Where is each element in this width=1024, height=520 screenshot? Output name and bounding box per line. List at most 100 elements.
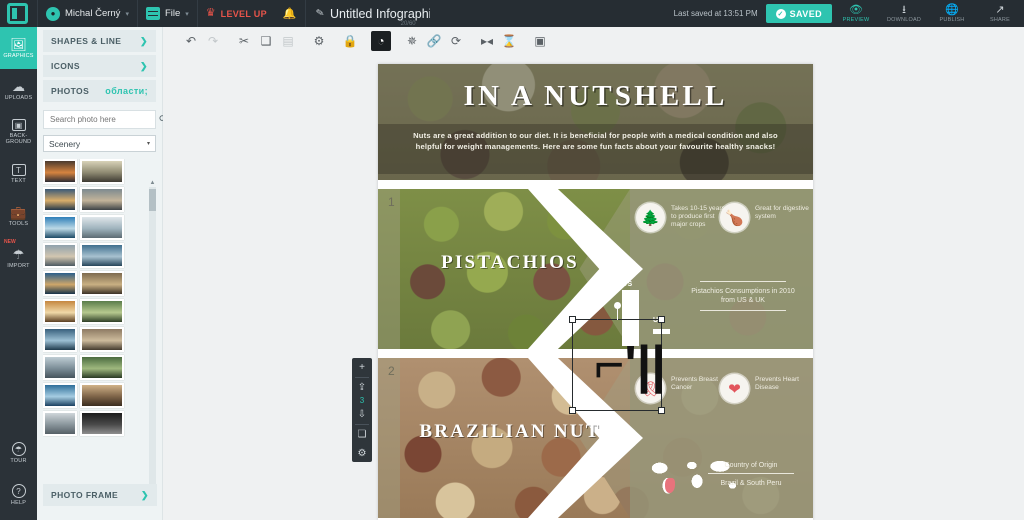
canva-logo-icon[interactable] (7, 3, 28, 24)
lock-button[interactable]: 🔒 (340, 31, 360, 51)
photo-thumbnail[interactable] (80, 159, 124, 184)
accordion-shapes-line[interactable]: SHAPES & LINE ❯ (43, 30, 156, 52)
fact-stomach[interactable]: 🍗 Great for digestive system (720, 203, 813, 232)
publish-button[interactable]: 🌐 PUBLISH (928, 0, 976, 27)
download-button[interactable]: ⭳ DOWNLOAD (880, 0, 928, 27)
photo-thumbnail[interactable] (43, 215, 77, 240)
level-up-button[interactable]: ♛ LEVEL UP (198, 0, 275, 27)
text-T-icon: T (11, 164, 26, 176)
photo-thumbnail[interactable] (43, 243, 77, 268)
photo-thumbnail[interactable] (80, 187, 124, 212)
panel-scrollbar[interactable] (149, 187, 156, 500)
resize-handle-bottom-left[interactable] (569, 407, 576, 414)
link-button[interactable]: 🔗 (424, 31, 444, 51)
rotate-button[interactable]: ⟳ (446, 31, 466, 51)
file-menu-icon (145, 7, 160, 20)
search-input[interactable] (50, 115, 160, 124)
preview-button[interactable]: 👁 PREVIEW (832, 0, 880, 27)
photo-thumbnail[interactable] (43, 299, 77, 324)
import-cloud-icon: ☂ (12, 246, 25, 262)
resize-handle-top-right[interactable] (658, 316, 665, 323)
flip-vertical-button[interactable]: ⌛ (499, 31, 519, 51)
user-avatar-icon: ● (46, 6, 60, 21)
photo-thumbnail[interactable] (43, 159, 77, 184)
section-name-1[interactable]: PISTACHIOS (400, 253, 620, 273)
fact-heart-disease[interactable]: ❤ Prevents Heart Disease (720, 374, 813, 403)
rail-item-help[interactable]: ? HELP (0, 474, 37, 516)
hero-banner[interactable]: IN A NUTSHELL Nuts are a great addition … (378, 64, 813, 180)
stat-pistachio-consumption[interactable]: Pistachios Consumptions in 2010 from US … (688, 281, 798, 312)
photo-category-select[interactable]: Scenery ▾ (43, 135, 156, 152)
move-page-down-button[interactable]: ⇩ (352, 407, 372, 422)
user-name: Michal Černý (65, 8, 121, 19)
position-button[interactable]: ▣ (530, 31, 550, 51)
accordion-photos[interactable]: PHOTOS области; (43, 80, 156, 102)
section-name-2[interactable]: BRAZILIAN NUT (400, 422, 620, 442)
photo-thumbnail[interactable] (80, 383, 124, 408)
stat-country-of-origin[interactable]: Country of Origin Brazil & South Peru (696, 456, 806, 493)
move-page-up-button[interactable]: ⇪ (352, 380, 372, 395)
rail-item-tools[interactable]: 💼 TOOLS (0, 195, 37, 237)
dragged-shape[interactable]: ⌐'|| (594, 339, 666, 391)
stat-caption: Pistachios Consumptions in 2010 from US … (691, 288, 795, 305)
redo-button[interactable]: ↷ (203, 31, 223, 51)
resize-handle-bottom-right[interactable] (658, 407, 665, 414)
scrollbar-thumb[interactable] (149, 189, 156, 211)
undo-button[interactable]: ↶ (181, 31, 201, 51)
section-gap (378, 180, 813, 189)
rotate-handle[interactable] (613, 302, 621, 309)
photo-thumbnail[interactable] (43, 355, 77, 380)
cloud-upload-icon: ☁ (12, 78, 25, 94)
question-icon: ? (11, 484, 26, 498)
photo-thumbnail[interactable] (43, 383, 77, 408)
photo-thumbnail[interactable] (43, 327, 77, 352)
share-button[interactable]: ↗ SHARE (976, 0, 1024, 27)
cut-button[interactable]: ✂ (234, 31, 254, 51)
photo-thumbnail[interactable] (43, 187, 77, 212)
photo-search-box[interactable]: ⚲ (43, 110, 170, 129)
rail-item-import[interactable]: NEW ☂ IMPORT (0, 237, 37, 279)
accordion-label-shapes: SHAPES & LINE (51, 36, 122, 46)
canvas-area[interactable]: + ⇪ 3 ⇩ ❏ ✕ ⚙ IN A NUTSHELL Nuts are a g… (163, 55, 1024, 520)
fact-tree[interactable]: 🌲 Takes 10-15 years to produce first maj… (636, 203, 731, 232)
rail-item-text[interactable]: T TEXT (0, 153, 37, 195)
origin-caption: Country of Origin (724, 462, 778, 469)
design-page[interactable]: IN A NUTSHELL Nuts are a great addition … (378, 64, 813, 520)
copy-button[interactable]: ❑ (256, 31, 276, 51)
background-icon: ▣ (11, 119, 26, 131)
rail-item-uploads[interactable]: ☁ UPLOADS (0, 69, 37, 111)
photo-thumbnail[interactable] (80, 215, 124, 240)
document-title-field[interactable]: ✎ Untitled Infographi 20/60 (315, 7, 430, 27)
photo-thumbnail[interactable] (43, 411, 77, 436)
heart-icon: ❤ (720, 374, 749, 403)
photo-thumbnail[interactable] (43, 271, 77, 296)
user-menu[interactable]: ● Michal Černý ▾ (38, 0, 137, 27)
flip-horizontal-button[interactable]: ▸◂ (477, 31, 497, 51)
page-settings-button[interactable]: ⚙ (352, 445, 372, 462)
rail-item-graphics[interactable]: 🖼 GRAPHICS (0, 27, 42, 69)
photo-thumbnail[interactable] (80, 355, 124, 380)
fill-color-button[interactable]: ◔ (371, 31, 391, 51)
file-menu[interactable]: File ▾ (138, 0, 197, 27)
saved-button[interactable]: ✓ SAVED (765, 4, 832, 23)
add-page-button[interactable]: + (352, 360, 372, 375)
delete-button[interactable]: ⚙ (309, 31, 329, 51)
photo-thumbnail[interactable] (80, 327, 124, 352)
preview-label: PREVIEW (842, 16, 870, 23)
accordion-icons[interactable]: ICONS ❯ (43, 55, 156, 77)
paste-button[interactable]: ▤ (278, 31, 298, 51)
photo-thumbnail[interactable] (80, 243, 124, 268)
accordion-photo-frame[interactable]: PHOTO FRAME ❯ (43, 484, 157, 506)
notifications-button[interactable]: 🔔 (275, 0, 305, 27)
rail-item-tour[interactable]: ☂ TOUR (0, 432, 37, 474)
photo-thumbnail[interactable] (80, 299, 124, 324)
rail-label-uploads: UPLOADS (4, 94, 33, 101)
rail-item-background[interactable]: ▣ BACK-GROUND (0, 111, 37, 153)
effects-button[interactable]: ✵ (402, 31, 422, 51)
resize-handle-top-left[interactable] (569, 316, 576, 323)
scroll-up-arrow[interactable]: ▲ (149, 179, 156, 187)
section-number-2: 2 (388, 364, 395, 378)
duplicate-page-button[interactable]: ❏ (352, 427, 372, 442)
photo-thumbnail[interactable] (80, 411, 124, 436)
photo-thumbnail[interactable] (80, 271, 124, 296)
